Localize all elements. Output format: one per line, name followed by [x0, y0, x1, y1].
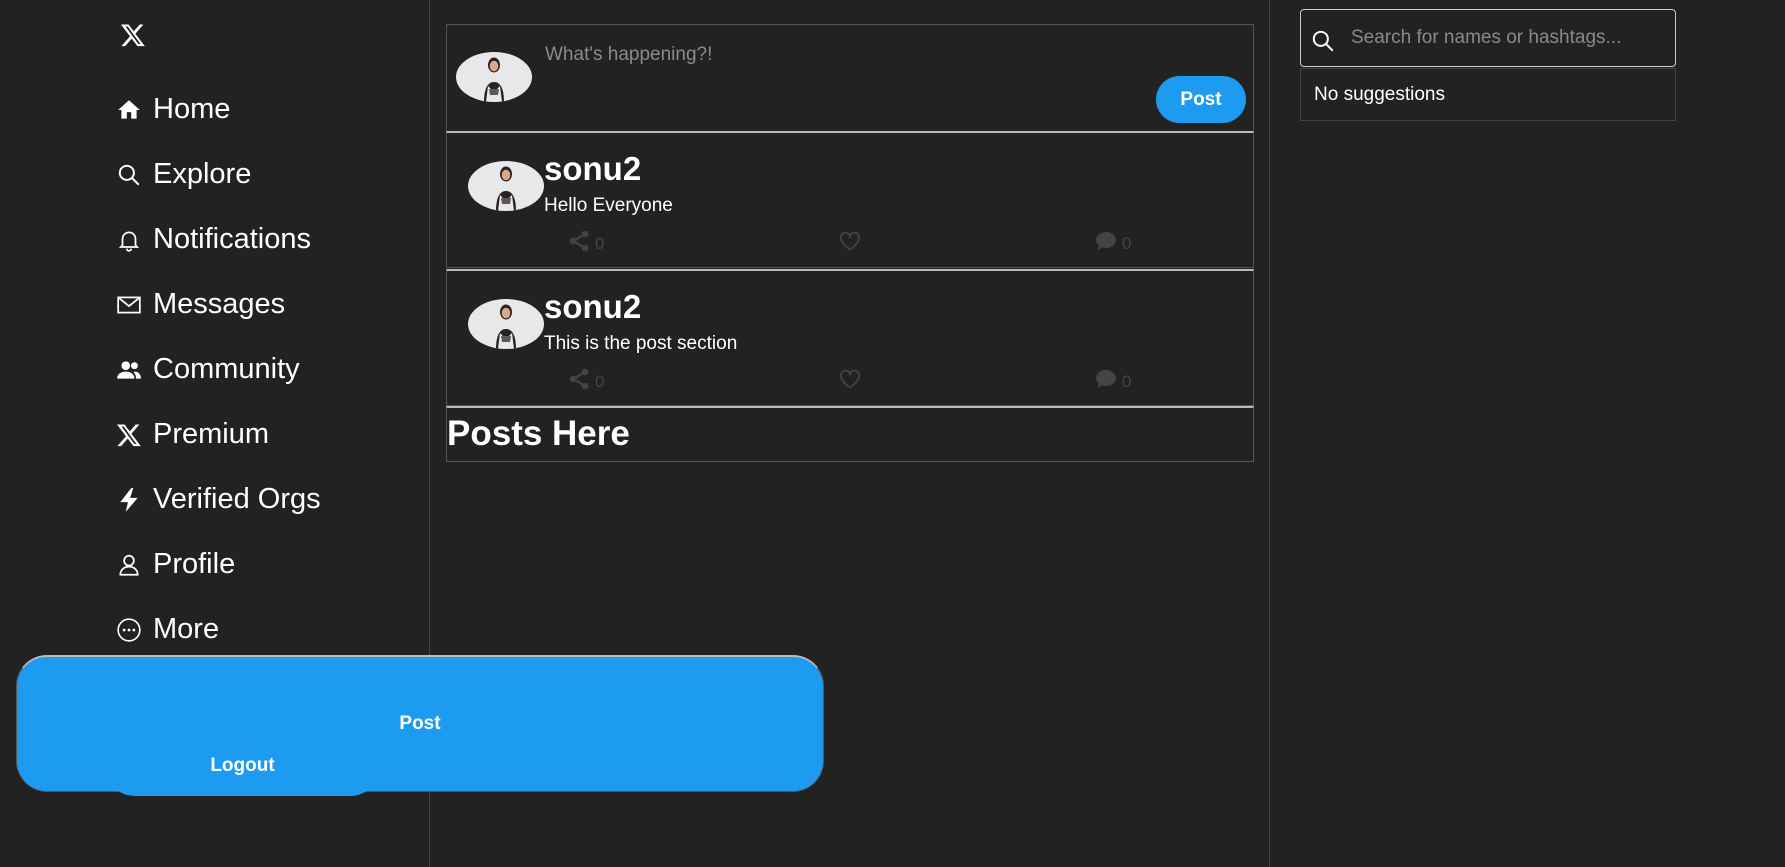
share-count: 0: [595, 233, 605, 253]
comment-button[interactable]: 0: [1094, 367, 1131, 396]
like-button[interactable]: [838, 367, 862, 396]
nav-label: Community: [153, 353, 300, 385]
share-button[interactable]: 0: [567, 367, 604, 396]
main-feed: Post sonu2 Hello Everyone 0: [430, 0, 1270, 867]
comment-count: 0: [1122, 371, 1132, 391]
post-card: sonu2 This is the post section 0 0: [446, 269, 1254, 406]
x-logo-icon[interactable]: [120, 22, 146, 48]
suggestions-empty-text: No suggestions: [1314, 84, 1445, 105]
nav-item-explore[interactable]: Explore: [114, 142, 414, 207]
nav-item-home[interactable]: Home: [114, 77, 414, 142]
nav-item-profile[interactable]: Profile: [114, 532, 414, 597]
nav-label: Home: [153, 93, 231, 125]
feed-footer-heading: Posts Here: [447, 414, 630, 453]
mail-icon: [114, 290, 144, 320]
left-sidebar: Home Explore Notifications Messages Comm…: [0, 0, 824, 867]
avatar: [456, 52, 532, 102]
like-button[interactable]: [838, 229, 862, 258]
nav-item-more[interactable]: More: [114, 597, 414, 662]
share-button[interactable]: 0: [567, 229, 604, 258]
nav-label: Explore: [153, 158, 252, 190]
comment-count: 0: [1122, 233, 1132, 253]
search-icon: [114, 160, 144, 190]
heart-icon: [838, 367, 862, 396]
app-root: Home Explore Notifications Messages Comm…: [0, 0, 1785, 867]
share-icon: [567, 229, 591, 258]
lightning-icon: [114, 485, 144, 515]
nav-item-premium[interactable]: Premium: [114, 402, 414, 467]
comment-icon: [1094, 229, 1118, 258]
post-card: sonu2 Hello Everyone 0 0: [446, 131, 1254, 268]
user-icon: [114, 550, 144, 580]
users-icon: [114, 355, 144, 385]
feed-footer: Posts Here: [446, 406, 1254, 462]
right-sidebar: No suggestions: [1270, 0, 1785, 867]
post-actions: 0 0: [447, 367, 1255, 397]
nav-item-notifications[interactable]: Notifications: [114, 207, 414, 272]
nav-label: Notifications: [153, 223, 311, 255]
nav-label: More: [153, 613, 220, 645]
post-body: This is the post section: [544, 333, 738, 354]
post-composer: Post: [446, 24, 1254, 132]
nav-label: Profile: [153, 548, 236, 580]
avatar: [468, 161, 544, 211]
search-box[interactable]: [1300, 9, 1676, 67]
bell-icon: [114, 225, 144, 255]
nav-label: Verified Orgs: [153, 483, 321, 515]
nav-item-community[interactable]: Community: [114, 337, 414, 402]
heart-icon: [838, 229, 862, 258]
post-body: Hello Everyone: [544, 195, 673, 216]
post-username[interactable]: sonu2: [544, 288, 641, 326]
share-count: 0: [595, 371, 605, 391]
x-logo-icon: [114, 420, 144, 450]
search-input[interactable]: [1351, 22, 1661, 54]
comment-button[interactable]: 0: [1094, 229, 1131, 258]
more-circle-icon: [114, 615, 144, 645]
avatar: [468, 299, 544, 349]
composer-input[interactable]: [545, 41, 1105, 69]
nav-item-verified-orgs[interactable]: Verified Orgs: [114, 467, 414, 532]
home-icon: [114, 95, 144, 125]
nav-item-messages[interactable]: Messages: [114, 272, 414, 337]
comment-icon: [1094, 367, 1118, 396]
nav-label: Premium: [153, 418, 270, 450]
logout-button[interactable]: Logout: [105, 736, 380, 796]
nav-label: Messages: [153, 288, 286, 320]
share-icon: [567, 367, 591, 396]
search-suggestions: No suggestions: [1300, 68, 1676, 121]
main-nav: Home Explore Notifications Messages Comm…: [114, 77, 414, 662]
post-actions: 0 0: [447, 229, 1255, 259]
composer-post-button[interactable]: Post: [1156, 76, 1246, 123]
post-username[interactable]: sonu2: [544, 150, 641, 188]
search-icon: [1312, 30, 1334, 52]
